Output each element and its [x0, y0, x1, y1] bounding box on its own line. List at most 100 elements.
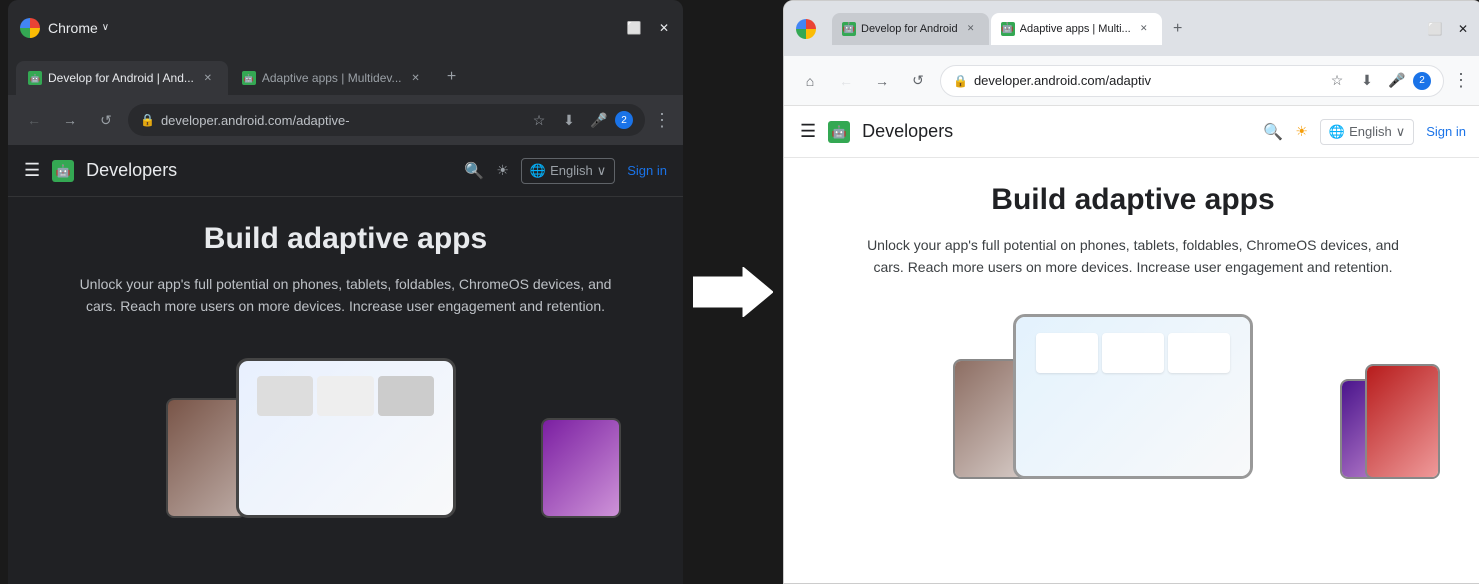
language-label-light: English	[1349, 124, 1392, 139]
theme-toggle-icon[interactable]: ☀	[496, 162, 509, 179]
address-bar-dark: ← → ↺ 🔒 developer.android.com/adaptive- …	[8, 95, 683, 145]
tab-favicon-2: 🤖	[242, 71, 256, 85]
tab-close-2[interactable]: ✕	[408, 70, 424, 86]
download-icon-light[interactable]: ⬇	[1353, 67, 1381, 95]
home-button-light[interactable]: ⌂	[796, 67, 824, 95]
main-container: Chrome ∨ ⬜ ✕ 🤖 Develop for Android | And…	[0, 0, 1479, 584]
microphone-icon[interactable]: 🎤	[585, 106, 613, 134]
tab-close-light-2[interactable]: ✕	[1136, 21, 1152, 37]
tab-1-light[interactable]: 🤖 Develop for Android ✕	[832, 13, 989, 45]
microphone-icon-light[interactable]: 🎤	[1383, 67, 1411, 95]
tab-2-light[interactable]: 🤖 Adaptive apps | Multi... ✕	[991, 13, 1162, 45]
tab-1-dark[interactable]: 🤖 Develop for Android | And... ✕	[16, 61, 228, 95]
close-button-light[interactable]: ✕	[1456, 22, 1470, 36]
search-icon-light[interactable]: 🔍	[1263, 122, 1283, 142]
phone-device-left	[166, 398, 246, 518]
site-header-dark: ☰ 🤖 Developers 🔍 ☀ 🌐 English ∨ Sign in	[8, 145, 683, 197]
sign-in-button[interactable]: Sign in	[627, 163, 667, 178]
chrome-logo-icon	[20, 18, 40, 38]
new-tab-button-light[interactable]: +	[1164, 15, 1192, 43]
notification-badge-light: 2	[1413, 72, 1431, 90]
bookmark-icon[interactable]: ☆	[525, 106, 553, 134]
download-icon[interactable]: ⬇	[555, 106, 583, 134]
tab-close-1[interactable]: ✕	[200, 70, 216, 86]
tab-bar-dark: 🤖 Develop for Android | And... ✕ 🤖 Adapt…	[8, 55, 683, 95]
screen-content-grid	[249, 368, 442, 507]
tab-close-light-1[interactable]: ✕	[963, 21, 979, 37]
globe-icon: 🌐	[530, 163, 546, 179]
left-browser: Chrome ∨ ⬜ ✕ 🤖 Develop for Android | And…	[8, 0, 683, 584]
chrome-logo-icon-light	[796, 19, 816, 39]
right-browser: 🤖 Develop for Android ✕ 🤖 Adaptive apps …	[783, 0, 1479, 584]
back-button-light[interactable]: ←	[832, 67, 860, 95]
screen-content-grid-light	[1028, 325, 1239, 468]
new-tab-button[interactable]: +	[438, 63, 466, 91]
refresh-button-light[interactable]: ↺	[904, 67, 932, 95]
url-text-light: developer.android.com/adaptiv	[974, 73, 1317, 88]
search-icon[interactable]: 🔍	[464, 161, 484, 181]
site-header-actions-light: 🔍 ☀ 🌐 English ∨ Sign in	[1263, 119, 1466, 145]
tab-2-dark[interactable]: 🤖 Adaptive apps | Multidev... ✕	[230, 61, 436, 95]
chevron-down-icon[interactable]: ∨	[102, 22, 109, 33]
window-controls: ⬜ ✕	[627, 21, 671, 35]
notification-badge: 2	[615, 111, 633, 129]
tab-label-light-2: Adaptive apps | Multi...	[1020, 23, 1131, 35]
main-content-light: Build adaptive apps Unlock your app's fu…	[784, 158, 1479, 583]
page-title-light: Build adaptive apps	[991, 182, 1274, 218]
device-showcase-dark	[40, 338, 651, 518]
language-label: English	[550, 163, 593, 178]
hamburger-menu-icon-light[interactable]: ☰	[800, 121, 816, 142]
tab-label-light-1: Develop for Android	[861, 23, 958, 35]
url-bar-dark[interactable]: 🔒 developer.android.com/adaptive- ☆ ⬇ 🎤 …	[128, 104, 645, 136]
refresh-button[interactable]: ↺	[92, 106, 120, 134]
menu-button-light[interactable]: ⋮	[1452, 70, 1470, 91]
page-content-light: ☰ 🤖 Developers 🔍 ☀ 🌐 English ∨ Sign in B…	[784, 106, 1479, 583]
url-actions: ☆ ⬇ 🎤 2	[525, 106, 633, 134]
phone-screen-far-right	[1367, 366, 1438, 477]
url-text: developer.android.com/adaptive-	[161, 113, 519, 128]
minimize-button[interactable]: ⬜	[627, 21, 641, 35]
minimize-button-light[interactable]: ⬜	[1428, 22, 1442, 36]
language-chevron-icon-light: ∨	[1396, 124, 1406, 140]
hamburger-menu-icon[interactable]: ☰	[24, 160, 40, 181]
screen-item-2	[317, 376, 373, 416]
arrow-container	[683, 267, 783, 317]
security-icon: 🔒	[140, 113, 155, 127]
security-icon-light: 🔒	[953, 74, 968, 88]
phone-device-far-right	[1365, 364, 1440, 479]
chrome-title: Chrome ∨	[48, 20, 109, 36]
sign-in-button-light[interactable]: Sign in	[1426, 124, 1466, 139]
globe-icon-light: 🌐	[1329, 124, 1345, 140]
forward-button[interactable]: →	[56, 106, 84, 134]
theme-toggle-icon-light[interactable]: ☀	[1295, 123, 1308, 140]
language-chevron-icon: ∨	[597, 163, 607, 179]
tab-favicon-1: 🤖	[28, 71, 42, 85]
title-bar-dark: Chrome ∨ ⬜ ✕	[8, 0, 683, 55]
bookmark-icon-light[interactable]: ☆	[1323, 67, 1351, 95]
language-button-light[interactable]: 🌐 English ∨	[1320, 119, 1414, 145]
screen-item-light-1	[1036, 333, 1098, 373]
url-bar-light[interactable]: 🔒 developer.android.com/adaptiv ☆ ⬇ 🎤 2	[940, 65, 1444, 97]
site-logo-light: Developers	[862, 121, 953, 142]
tab-favicon-light-2: 🤖	[1001, 22, 1015, 36]
back-button[interactable]: ←	[20, 106, 48, 134]
device-showcase-light	[816, 299, 1450, 479]
page-title-dark: Build adaptive apps	[204, 221, 487, 257]
screen-item-light-3	[1168, 333, 1230, 373]
close-button[interactable]: ✕	[657, 21, 671, 35]
tablet-device-light	[1013, 314, 1253, 479]
forward-button-light[interactable]: →	[868, 67, 896, 95]
site-logo: Developers	[86, 160, 177, 181]
language-button[interactable]: 🌐 English ∨	[521, 158, 615, 184]
screen-item-3	[378, 376, 434, 416]
tablet-device	[236, 358, 456, 518]
page-subtitle-dark: Unlock your app's full potential on phon…	[66, 273, 626, 318]
phone-device-right	[541, 418, 621, 518]
address-bar-light: ⌂ ← → ↺ 🔒 developer.android.com/adaptiv …	[784, 56, 1479, 106]
tab-label-2: Adaptive apps | Multidev...	[262, 71, 402, 85]
tablet-screen	[239, 361, 453, 515]
menu-button[interactable]: ⋮	[653, 110, 671, 131]
transition-arrow	[693, 267, 773, 317]
tab-favicon-light-1: 🤖	[842, 22, 856, 36]
title-bar-light: 🤖 Develop for Android ✕ 🤖 Adaptive apps …	[784, 1, 1479, 56]
